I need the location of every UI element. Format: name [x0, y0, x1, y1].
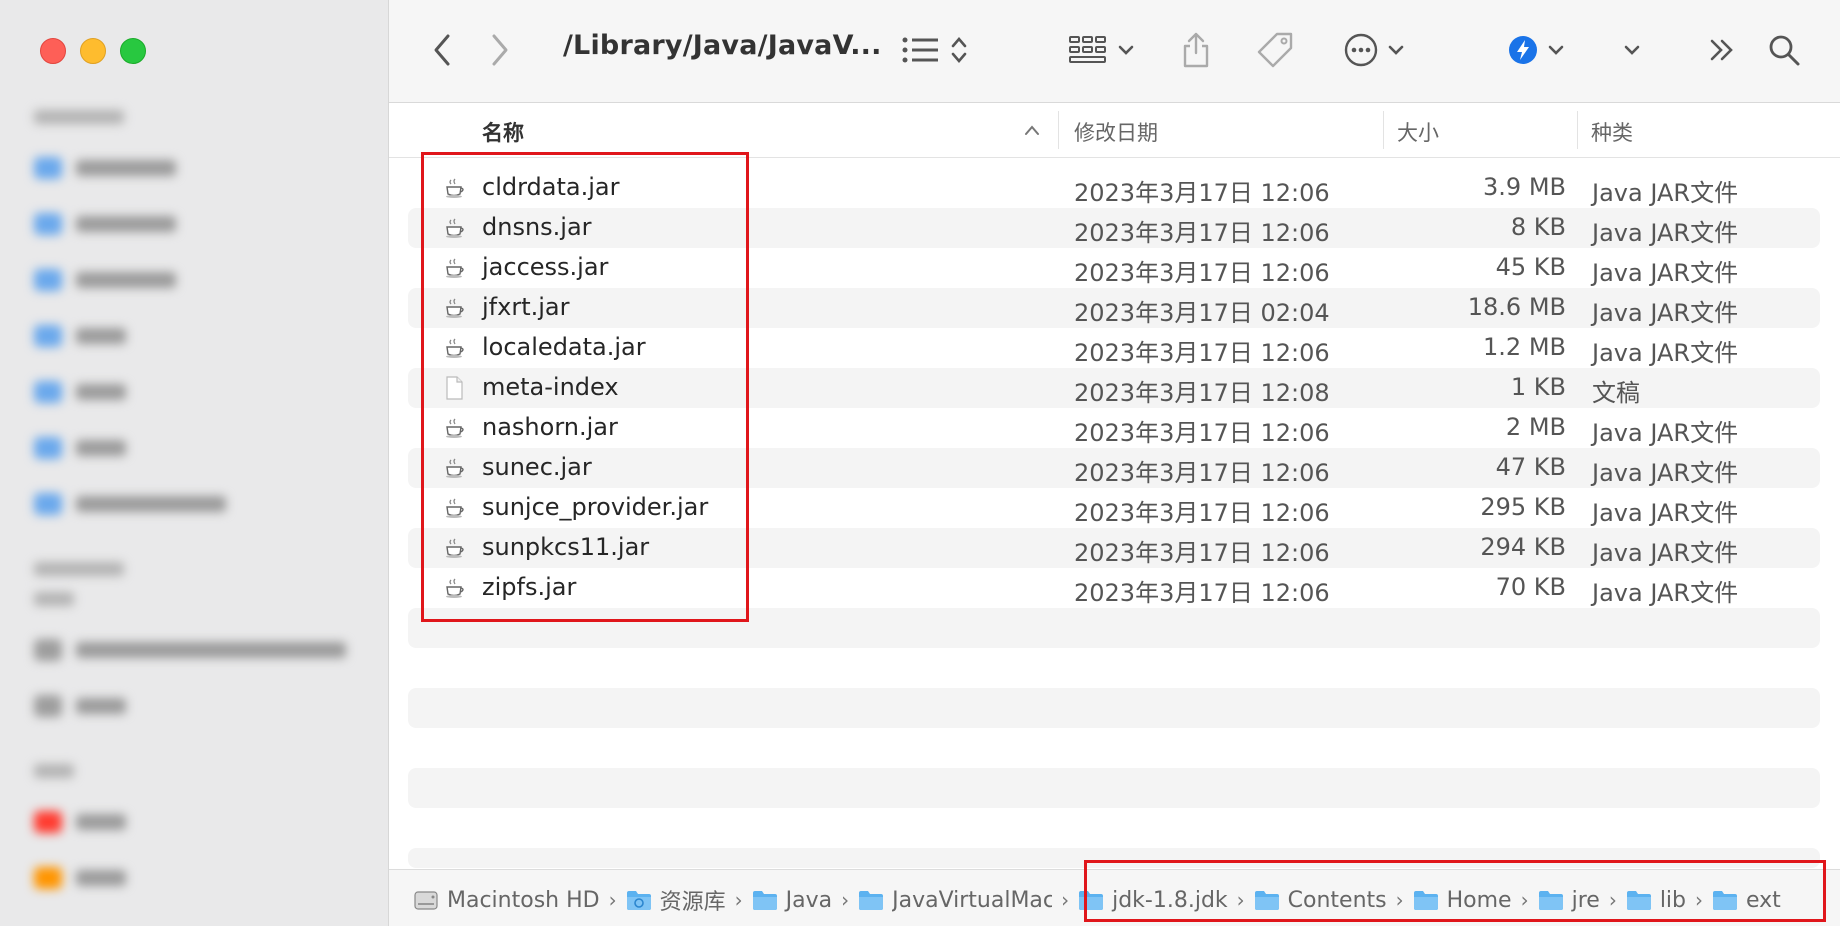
column-header-size[interactable]: 大小	[1397, 117, 1439, 147]
back-button[interactable]	[431, 28, 453, 72]
file-size: 294 KB	[1480, 533, 1566, 561]
sidebar	[0, 0, 389, 926]
chevron-down-icon	[1388, 45, 1404, 55]
breadcrumb-item[interactable]: JavaVirtualMac	[858, 888, 1052, 913]
tag-button[interactable]	[1255, 28, 1295, 72]
file-size: 295 KB	[1480, 493, 1566, 521]
chevron-left-icon	[434, 34, 450, 66]
hard-drive-icon	[413, 889, 439, 911]
folder-icon	[752, 889, 778, 911]
up-down-chevron-icon	[951, 37, 967, 63]
breadcrumb-label: JavaVirtualMac	[892, 887, 1053, 913]
group-button[interactable]	[1069, 28, 1137, 72]
empty-row	[408, 688, 1820, 728]
column-header-name[interactable]: 名称	[482, 117, 524, 147]
file-date: 2023年3月17日 12:08	[1074, 379, 1330, 407]
tag-icon	[1257, 32, 1293, 68]
share-button[interactable]	[1181, 28, 1211, 72]
chevron-right-icon	[492, 34, 508, 66]
file-date: 2023年3月17日 12:06	[1074, 539, 1330, 567]
airdrop-icon	[1509, 36, 1537, 64]
grid-group-icon	[1069, 36, 1106, 63]
highlight-box-file-names	[421, 152, 749, 622]
finder-window: /Library/Java/JavaV... 名称 修改日期 大小 种类 cld…	[0, 0, 1840, 926]
file-date: 2023年3月17日 12:06	[1074, 499, 1330, 527]
file-date: 2023年3月17日 12:06	[1074, 459, 1330, 487]
breadcrumb-separator-icon: ›	[734, 888, 743, 912]
file-date: 2023年3月17日 12:06	[1074, 179, 1330, 207]
list-view-icon	[902, 37, 938, 63]
file-size: 1.2 MB	[1483, 333, 1566, 361]
file-size: 2 MB	[1505, 413, 1566, 441]
file-kind: Java JAR文件	[1592, 499, 1739, 527]
file-size: 3.9 MB	[1483, 173, 1566, 201]
breadcrumb-label: Java	[785, 887, 833, 913]
airdrop-button[interactable]	[1507, 28, 1567, 72]
zoom-button[interactable]	[120, 38, 146, 64]
breadcrumb-item[interactable]: 资源库	[626, 884, 726, 916]
search-icon	[1769, 35, 1800, 66]
share-icon	[1183, 32, 1209, 68]
window-controls	[40, 38, 146, 64]
file-date: 2023年3月17日 12:06	[1074, 419, 1330, 447]
file-kind: Java JAR文件	[1592, 339, 1739, 367]
forward-button[interactable]	[489, 28, 511, 72]
file-size: 8 KB	[1510, 213, 1566, 241]
highlight-box-path	[1084, 860, 1826, 922]
toolbar: /Library/Java/JavaV...	[389, 0, 1840, 103]
search-button[interactable]	[1767, 28, 1801, 72]
file-kind: Java JAR文件	[1592, 539, 1739, 567]
file-date: 2023年3月17日 02:04	[1074, 299, 1330, 327]
breadcrumb-label: 资源库	[659, 890, 726, 915]
sort-ascending-icon	[1025, 125, 1039, 135]
file-size: 70 KB	[1495, 573, 1566, 601]
file-size: 18.6 MB	[1467, 293, 1566, 321]
empty-row	[408, 768, 1820, 808]
file-kind: Java JAR文件	[1592, 579, 1739, 607]
window-title: /Library/Java/JavaV...	[563, 30, 882, 61]
file-size: 1 KB	[1510, 373, 1566, 401]
library-folder-icon	[626, 889, 652, 911]
chevron-down-icon	[1548, 45, 1564, 55]
action-menu-button[interactable]	[1343, 28, 1407, 72]
ellipsis-circle-icon	[1344, 33, 1378, 67]
file-date: 2023年3月17日 12:06	[1074, 219, 1330, 247]
chevron-down-icon	[1118, 45, 1134, 55]
breadcrumb-separator-icon: ›	[841, 888, 850, 912]
file-kind: Java JAR文件	[1592, 219, 1739, 247]
breadcrumb-item[interactable]: Java	[752, 888, 832, 913]
column-header-bar: 名称 修改日期 大小 种类	[389, 103, 1840, 158]
file-kind: Java JAR文件	[1592, 299, 1739, 327]
column-header-kind[interactable]: 种类	[1591, 117, 1633, 147]
breadcrumb-separator-icon: ›	[1061, 888, 1070, 912]
breadcrumb-item[interactable]: Macintosh HD	[413, 888, 600, 913]
file-date: 2023年3月17日 12:06	[1074, 579, 1330, 607]
breadcrumb-separator-icon: ›	[608, 888, 617, 912]
more-dropdown-button[interactable]	[1621, 28, 1643, 72]
file-kind: 文稿	[1592, 379, 1640, 407]
column-header-date[interactable]: 修改日期	[1074, 117, 1158, 147]
file-kind: Java JAR文件	[1592, 419, 1739, 447]
chevron-down-icon	[1624, 45, 1640, 55]
breadcrumb-label: Macintosh HD	[447, 887, 600, 913]
file-kind: Java JAR文件	[1592, 459, 1739, 487]
file-date: 2023年3月17日 12:06	[1074, 339, 1330, 367]
overflow-button[interactable]	[1707, 28, 1737, 72]
folder-icon	[858, 889, 884, 911]
double-chevron-right-icon	[1710, 39, 1733, 61]
file-date: 2023年3月17日 12:06	[1074, 259, 1330, 287]
close-button[interactable]	[40, 38, 66, 64]
file-size: 47 KB	[1495, 453, 1566, 481]
view-mode-button[interactable]	[901, 28, 969, 72]
sidebar-blurred-content	[34, 100, 354, 906]
file-kind: Java JAR文件	[1592, 179, 1739, 207]
file-size: 45 KB	[1495, 253, 1566, 281]
file-kind: Java JAR文件	[1592, 259, 1739, 287]
minimize-button[interactable]	[80, 38, 106, 64]
